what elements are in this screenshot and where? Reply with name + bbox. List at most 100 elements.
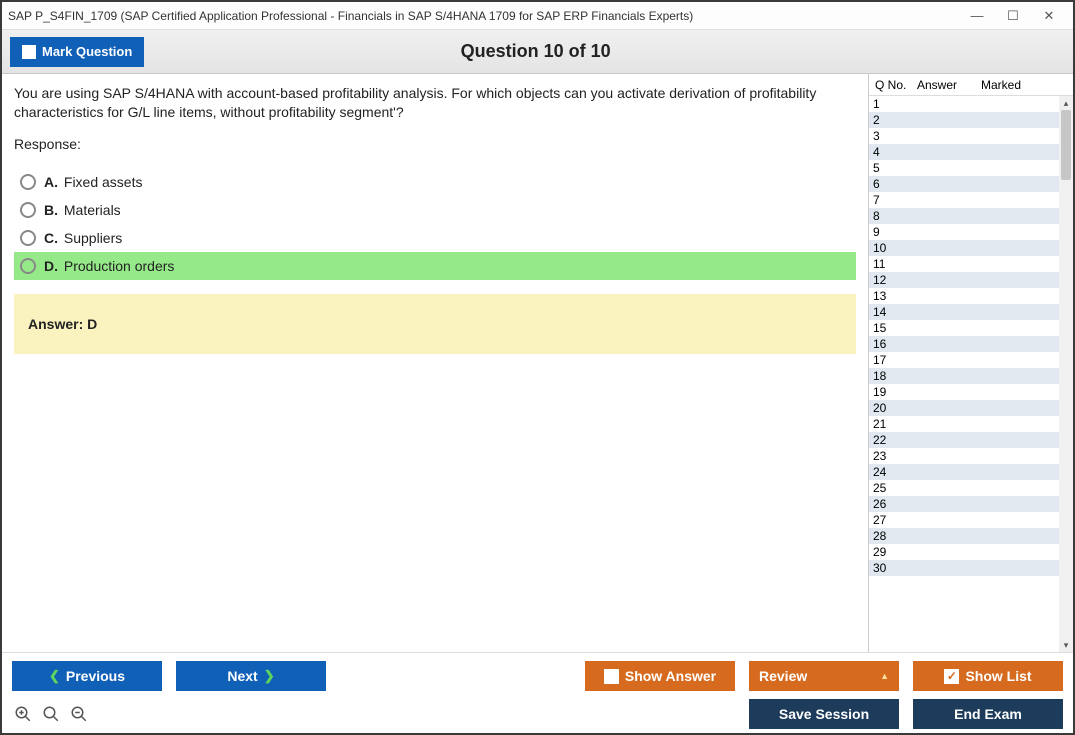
end-exam-button[interactable]: End Exam: [913, 699, 1063, 729]
option-letter: A.: [44, 174, 58, 190]
nav-header: Q No. Answer Marked: [869, 74, 1073, 96]
nav-row[interactable]: 28: [869, 528, 1059, 544]
minimize-icon[interactable]: —: [959, 4, 995, 28]
nav-body: 1234567891011121314151617181920212223242…: [869, 96, 1073, 652]
nav-row[interactable]: 14: [869, 304, 1059, 320]
nav-row[interactable]: 22: [869, 432, 1059, 448]
nav-row[interactable]: 4: [869, 144, 1059, 160]
nav-row[interactable]: 29: [869, 544, 1059, 560]
mark-question-label: Mark Question: [42, 44, 132, 59]
checkmark-icon: ✓: [947, 669, 957, 683]
nav-row[interactable]: 6: [869, 176, 1059, 192]
question-counter: Question 10 of 10: [144, 41, 927, 62]
nav-row[interactable]: 13: [869, 288, 1059, 304]
question-nav-panel: Q No. Answer Marked 12345678910111213141…: [868, 74, 1073, 652]
close-icon[interactable]: ✕: [1031, 4, 1067, 28]
option-row[interactable]: D. Production orders: [14, 252, 856, 280]
zoom-controls: [12, 703, 90, 725]
button-row-1: ❮ Previous Next ❯ Show Answer Review ▲ ✓…: [12, 661, 1063, 691]
chevron-right-icon: ❯: [264, 668, 275, 684]
app-window: SAP P_S4FIN_1709 (SAP Certified Applicat…: [0, 0, 1075, 735]
window-title: SAP P_S4FIN_1709 (SAP Certified Applicat…: [8, 9, 959, 23]
maximize-icon[interactable]: ☐: [995, 4, 1031, 28]
review-label: Review: [759, 668, 807, 684]
question-text: You are using SAP S/4HANA with account-b…: [14, 84, 856, 122]
titlebar: SAP P_S4FIN_1709 (SAP Certified Applicat…: [2, 2, 1073, 30]
nav-row[interactable]: 23: [869, 448, 1059, 464]
content-row: You are using SAP S/4HANA with account-b…: [2, 74, 1073, 652]
nav-row[interactable]: 17: [869, 352, 1059, 368]
option-letter: C.: [44, 230, 58, 246]
save-session-button[interactable]: Save Session: [749, 699, 899, 729]
button-row-2: Save Session End Exam: [12, 699, 1063, 729]
nav-row[interactable]: 20: [869, 400, 1059, 416]
show-list-checkbox-icon: ✓: [944, 669, 959, 684]
col-answer: Answer: [911, 78, 975, 92]
mark-question-button[interactable]: Mark Question: [10, 37, 144, 67]
show-list-button[interactable]: ✓ Show List: [913, 661, 1063, 691]
nav-rows: 1234567891011121314151617181920212223242…: [869, 96, 1059, 576]
zoom-in-icon[interactable]: [12, 703, 34, 725]
question-area: You are using SAP S/4HANA with account-b…: [2, 74, 868, 652]
options-list: A. Fixed assetsB. MaterialsC. SuppliersD…: [14, 168, 856, 280]
radio-icon: [20, 174, 36, 190]
radio-icon: [20, 202, 36, 218]
previous-label: Previous: [66, 668, 125, 684]
nav-row[interactable]: 5: [869, 160, 1059, 176]
scrollbar[interactable]: ▴ ▾: [1059, 96, 1073, 652]
end-exam-label: End Exam: [954, 706, 1022, 722]
nav-row[interactable]: 19: [869, 384, 1059, 400]
nav-row[interactable]: 3: [869, 128, 1059, 144]
nav-row[interactable]: 27: [869, 512, 1059, 528]
nav-row[interactable]: 1: [869, 96, 1059, 112]
nav-row[interactable]: 15: [869, 320, 1059, 336]
show-answer-button[interactable]: Show Answer: [585, 661, 735, 691]
dropdown-arrow-icon: ▲: [880, 671, 889, 681]
option-letter: B.: [44, 202, 58, 218]
scroll-thumb[interactable]: [1061, 110, 1071, 180]
nav-row[interactable]: 16: [869, 336, 1059, 352]
option-row[interactable]: A. Fixed assets: [14, 168, 856, 196]
option-text: Production orders: [64, 258, 175, 274]
window-controls: — ☐ ✕: [959, 4, 1067, 28]
bottom-bar: ❮ Previous Next ❯ Show Answer Review ▲ ✓…: [2, 652, 1073, 733]
nav-row[interactable]: 2: [869, 112, 1059, 128]
nav-row[interactable]: 18: [869, 368, 1059, 384]
scroll-down-icon[interactable]: ▾: [1059, 638, 1073, 652]
nav-row[interactable]: 8: [869, 208, 1059, 224]
option-text: Fixed assets: [64, 174, 143, 190]
nav-row[interactable]: 25: [869, 480, 1059, 496]
show-answer-checkbox-icon: [604, 669, 619, 684]
col-qno: Q No.: [869, 78, 911, 92]
show-answer-label: Show Answer: [625, 668, 716, 684]
option-text: Materials: [64, 202, 121, 218]
option-text: Suppliers: [64, 230, 122, 246]
zoom-out-icon[interactable]: [68, 703, 90, 725]
option-row[interactable]: C. Suppliers: [14, 224, 856, 252]
nav-row[interactable]: 30: [869, 560, 1059, 576]
scroll-up-icon[interactable]: ▴: [1059, 96, 1073, 110]
option-row[interactable]: B. Materials: [14, 196, 856, 224]
nav-row[interactable]: 24: [869, 464, 1059, 480]
save-session-label: Save Session: [779, 706, 869, 722]
radio-icon: [20, 258, 36, 274]
show-list-label: Show List: [965, 668, 1031, 684]
zoom-reset-icon[interactable]: [40, 703, 62, 725]
nav-row[interactable]: 12: [869, 272, 1059, 288]
next-button[interactable]: Next ❯: [176, 661, 326, 691]
answer-box: Answer: D: [14, 294, 856, 354]
col-marked: Marked: [975, 78, 1073, 92]
review-button[interactable]: Review ▲: [749, 661, 899, 691]
nav-row[interactable]: 7: [869, 192, 1059, 208]
previous-button[interactable]: ❮ Previous: [12, 661, 162, 691]
nav-row[interactable]: 11: [869, 256, 1059, 272]
nav-row[interactable]: 21: [869, 416, 1059, 432]
response-label: Response:: [14, 136, 856, 152]
radio-icon: [20, 230, 36, 246]
nav-row[interactable]: 10: [869, 240, 1059, 256]
header-bar: Mark Question Question 10 of 10: [2, 30, 1073, 74]
next-label: Next: [227, 668, 257, 684]
option-letter: D.: [44, 258, 58, 274]
nav-row[interactable]: 9: [869, 224, 1059, 240]
nav-row[interactable]: 26: [869, 496, 1059, 512]
